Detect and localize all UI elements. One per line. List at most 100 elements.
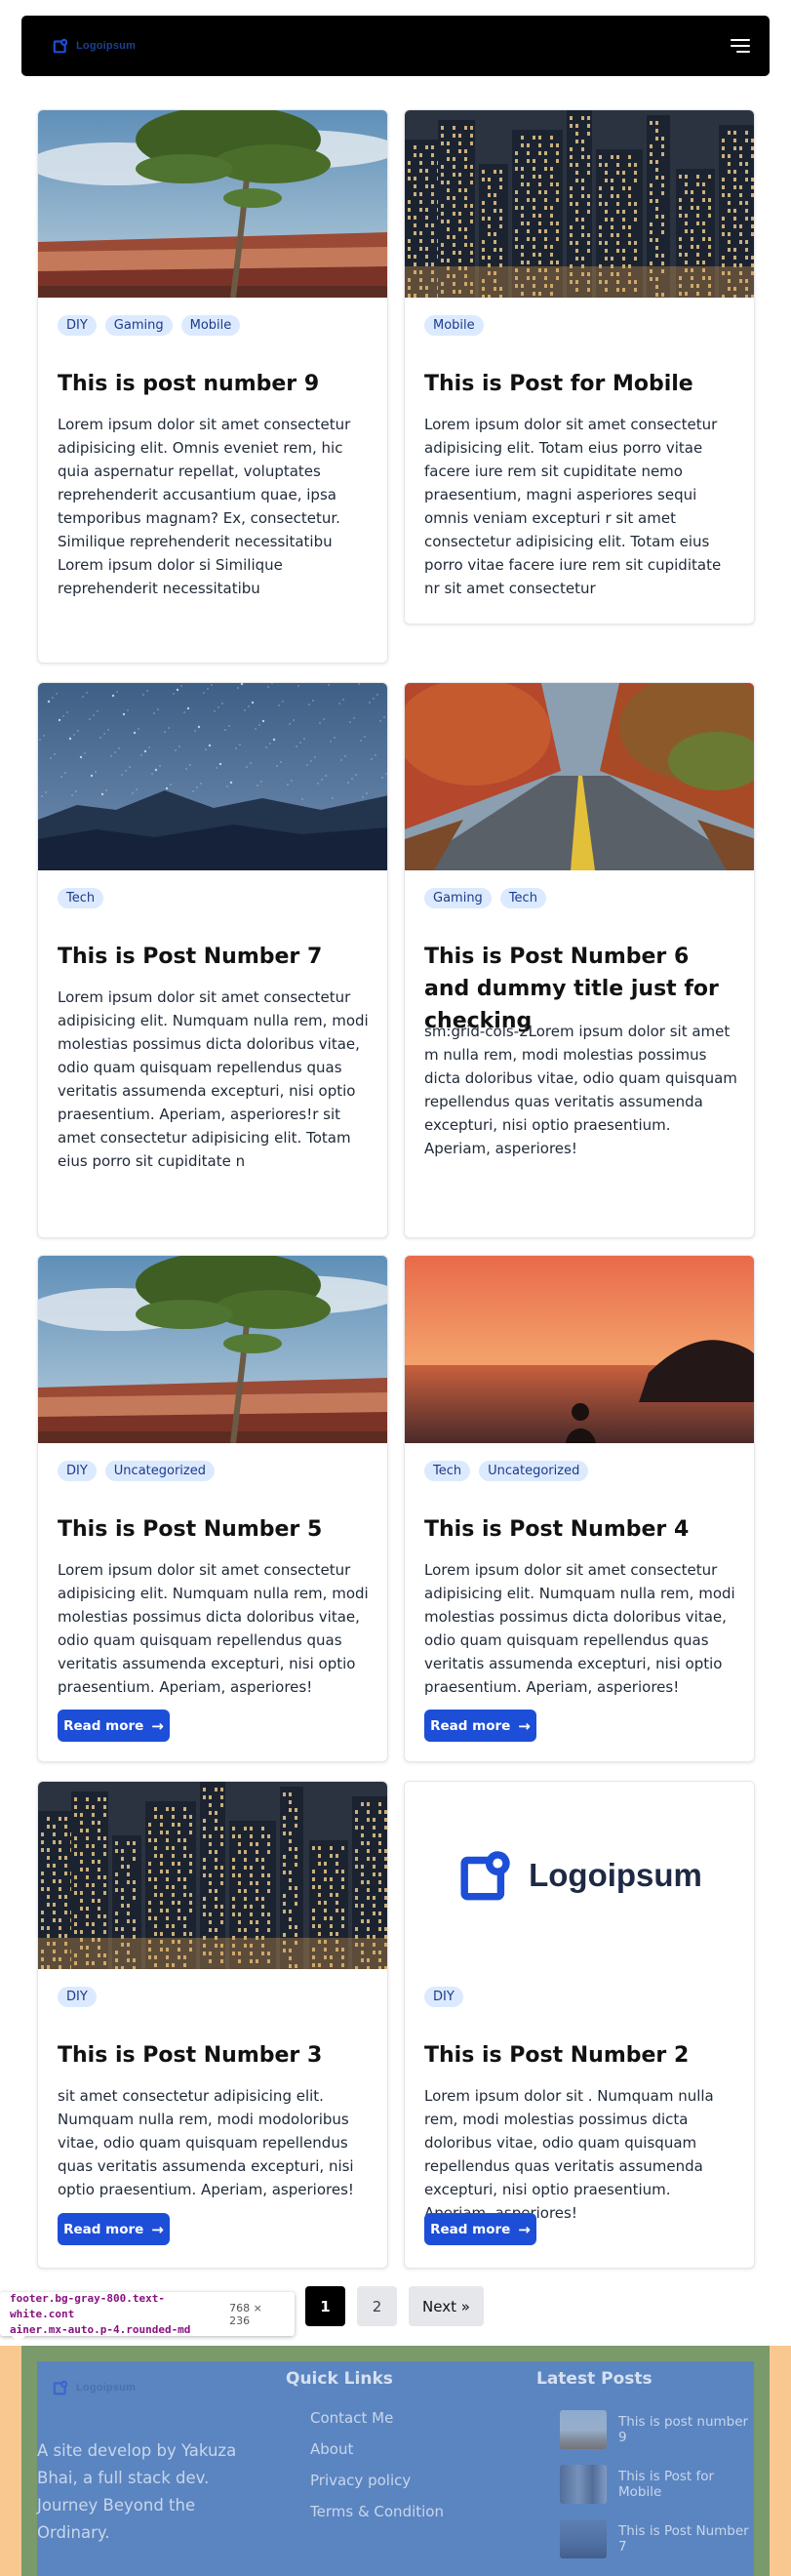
post-title[interactable]: This is Post Number 7: [58, 941, 370, 973]
tag-badge[interactable]: Tech: [58, 888, 104, 908]
post-title[interactable]: This is Post for Mobile: [424, 368, 736, 400]
post-image[interactable]: Logoipsum: [405, 1782, 754, 1969]
latest-post-title: This is Post for Mobile: [618, 2469, 715, 2500]
read-more-button[interactable]: Read more →: [58, 2213, 170, 2245]
tag-badge[interactable]: Mobile: [180, 315, 241, 336]
post-card: Mobile This is Post for Mobile Lorem ipsum…: [404, 109, 755, 624]
latest-post-item[interactable]: This is post number 9: [560, 2402, 754, 2457]
post-image[interactable]: [38, 683, 387, 870]
read-more-button[interactable]: Read more →: [424, 2213, 536, 2245]
post-excerpt: Lorem ipsum dolor sit . Numquam nulla re…: [424, 2087, 714, 2222]
devtools-tooltip: footer.bg-gray-800.text-white.cont ainer…: [0, 2291, 295, 2343]
logo-icon: [460, 1851, 510, 1901]
tooltip-arrow: [12, 2336, 25, 2343]
tag-badge[interactable]: Gaming: [424, 888, 492, 908]
hamburger-menu-icon[interactable]: [729, 35, 750, 57]
post-excerpt: sm:grid-cols-2Lorem ipsum dolor sit amet…: [424, 1023, 737, 1157]
post-excerpt: Lorem ipsum dolor sit amet consectetur a…: [58, 1561, 369, 1696]
footer-logo-text: Logoipsum: [76, 2382, 137, 2394]
read-more-label: Read more: [63, 2221, 144, 2237]
latest-posts-list: This is post number 9 This is Post for M…: [560, 2402, 754, 2566]
post-tags: DIY: [424, 1987, 463, 2007]
read-more-button[interactable]: Read more →: [58, 1710, 170, 1742]
tag-badge[interactable]: DIY: [58, 1461, 97, 1481]
devtools-size: 768 × 236: [229, 2301, 262, 2327]
devtools-selector-line: footer.bg-gray-800.text-white.cont: [10, 2291, 165, 2320]
page-2-button[interactable]: 2: [357, 2286, 397, 2326]
latest-post-title: This is post number 9: [618, 2414, 749, 2445]
tag-badge[interactable]: DIY: [424, 1987, 463, 2007]
post-tags: Mobile: [424, 315, 484, 336]
arrow-right-icon: →: [518, 2220, 531, 2238]
tag-badge[interactable]: DIY: [58, 1987, 97, 2007]
read-more-button[interactable]: Read more →: [424, 1710, 536, 1742]
tag-badge[interactable]: Gaming: [104, 315, 173, 336]
post-tags: DIY Gaming Mobile: [58, 315, 241, 336]
quick-links-list: Contact Me About Privacy policy Terms & …: [310, 2402, 444, 2527]
post-image[interactable]: [405, 683, 754, 870]
latest-post-thumbnail: [560, 2465, 607, 2504]
post-card: DIY Uncategorized This is Post Number 5 Lor…: [37, 1255, 388, 1762]
post-image[interactable]: [38, 1782, 387, 1969]
post-excerpt: Lorem ipsum dolor sit amet consectetur a…: [424, 1561, 735, 1696]
tag-badge[interactable]: Tech: [499, 888, 546, 908]
post-tags: Tech: [58, 888, 104, 908]
post-tags: Gaming Tech: [424, 888, 546, 908]
post-excerpt: Lorem ipsum dolor sit amet consectetur a…: [58, 988, 369, 1170]
tag-badge[interactable]: DIY: [58, 315, 97, 336]
read-more-label: Read more: [430, 1717, 511, 1734]
logo-icon: [53, 38, 68, 54]
post-tags: DIY Uncategorized: [58, 1461, 215, 1481]
post-image-logo-text: Logoipsum: [529, 1857, 702, 1893]
latest-post-item[interactable]: This is Post for Mobile: [560, 2457, 754, 2512]
footer-link-privacy[interactable]: Privacy policy: [310, 2465, 444, 2496]
read-more-label: Read more: [430, 2221, 511, 2237]
footer-link-about[interactable]: About: [310, 2434, 444, 2465]
post-tags: Tech Uncategorized: [424, 1461, 589, 1481]
next-page-button[interactable]: Next »: [409, 2286, 484, 2326]
tag-badge[interactable]: Uncategorized: [479, 1461, 589, 1481]
footer-about-text: A site develop by Yakuza Bhai, a full st…: [37, 2441, 237, 2542]
arrow-right-icon: →: [151, 1716, 164, 1735]
post-image[interactable]: [405, 1256, 754, 1443]
latest-post-thumbnail: [560, 2519, 607, 2558]
latest-posts-heading: Latest Posts: [536, 2369, 653, 2389]
latest-post-item[interactable]: This is Post Number 7: [560, 2512, 754, 2566]
logo-icon: [53, 2380, 68, 2395]
post-excerpt: Lorem ipsum dolor sit amet consectetur a…: [58, 416, 351, 597]
site-header: Logoipsum: [21, 16, 770, 76]
footer-link-contact[interactable]: Contact Me: [310, 2402, 444, 2434]
post-title[interactable]: This is post number 9: [58, 368, 370, 400]
post-image[interactable]: [38, 1256, 387, 1443]
arrow-right-icon: →: [151, 2220, 164, 2238]
post-excerpt: Lorem ipsum dolor sit amet consectetur a…: [424, 416, 722, 597]
tag-badge[interactable]: Mobile: [424, 315, 484, 336]
tag-badge[interactable]: Tech: [424, 1461, 471, 1481]
post-title[interactable]: This is Post Number 3: [58, 2039, 370, 2072]
footer-logo[interactable]: Logoipsum: [53, 2379, 136, 2396]
post-title[interactable]: This is Post Number 2: [424, 2039, 736, 2072]
devtools-selector: footer.bg-gray-800.text-white.cont ainer…: [10, 2291, 219, 2338]
header-logo[interactable]: Logoipsum: [53, 37, 136, 55]
post-image[interactable]: [38, 110, 387, 298]
tag-badge[interactable]: Uncategorized: [104, 1461, 215, 1481]
post-card: Gaming Tech This is Post Number 6 and dumm…: [404, 682, 755, 1238]
arrow-right-icon: →: [518, 1716, 531, 1735]
post-card: Tech This is Post Number 7 Lorem ipsum dol…: [37, 682, 388, 1238]
post-title[interactable]: This is Post Number 5: [58, 1513, 370, 1546]
post-card: DIY This is Post Number 3 sit amet consect…: [37, 1781, 388, 2269]
post-title[interactable]: This is Post Number 4: [424, 1513, 736, 1546]
post-tags: DIY: [58, 1987, 97, 2007]
latest-post-thumbnail: [560, 2410, 607, 2449]
logo-text: Logoipsum: [76, 40, 137, 52]
post-card: Tech Uncategorized This is Post Number 4 Lo…: [404, 1255, 755, 1762]
read-more-label: Read more: [63, 1717, 144, 1734]
post-image[interactable]: [405, 110, 754, 298]
post-card: Logoipsum DIY This is Post Number 2 Lorem …: [404, 1781, 755, 2269]
footer-link-terms[interactable]: Terms & Condition: [310, 2496, 444, 2527]
pagination: 1 2 Next »: [305, 2286, 484, 2326]
page-1-button[interactable]: 1: [305, 2286, 345, 2326]
devtools-selector-line: ainer.mx-auto.p-4.rounded-md: [10, 2322, 191, 2336]
latest-post-title: This is Post Number 7: [618, 2523, 749, 2555]
post-card: DIY Gaming Mobile This is post number 9 Lore…: [37, 109, 388, 664]
